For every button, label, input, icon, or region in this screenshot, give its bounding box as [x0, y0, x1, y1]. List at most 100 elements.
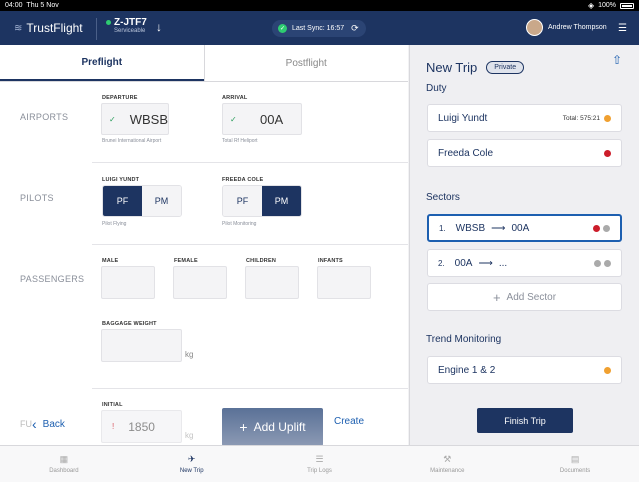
status-dot-grey — [603, 224, 610, 232]
pilot2-role-toggle[interactable]: PF PM — [222, 185, 302, 217]
status-dot-red — [593, 224, 600, 232]
bottom-nav: ▦ Dashboard ✈ New Trip ☰ Trip Logs ⚒ Mai… — [0, 445, 639, 482]
pilots-section-label: PILOTS — [20, 193, 54, 203]
private-badge[interactable]: Private — [486, 61, 525, 74]
pilot2-label: FREEDA COLE — [222, 177, 264, 183]
fuel-unit: kg — [185, 431, 194, 440]
nav-new-trip[interactable]: ✈ New Trip — [128, 446, 256, 482]
sector-to: 00A — [511, 222, 530, 234]
app-logo: ≋ TrustFlight — [14, 21, 83, 35]
departure-field[interactable]: ✓ WBSB — [101, 103, 169, 135]
pilot1-role-caption: Pilot Flying — [102, 221, 127, 227]
sector-item[interactable]: 2. 00A ⟶ ... — [427, 249, 622, 277]
arrival-field[interactable]: ✓ 00A — [222, 103, 302, 135]
baggage-weight-input[interactable] — [101, 329, 182, 362]
duty-item[interactable]: Luigi Yundt Total: 575:21 — [427, 104, 622, 132]
create-button[interactable]: Create — [334, 416, 364, 427]
pilot1-label: LUIGI YUNDT — [102, 177, 140, 183]
dashboard-icon: ▦ — [59, 454, 69, 464]
document-icon: ▤ — [570, 454, 580, 464]
status-dot-orange — [604, 114, 611, 122]
top-navbar: ≋ TrustFlight Z-JTF7 Serviceable ↓ ✓ Las… — [0, 11, 639, 45]
status-dot-red — [604, 149, 611, 157]
aircraft-selector[interactable]: Z-JTF7 Serviceable — [106, 17, 147, 34]
male-count-input[interactable] — [101, 266, 155, 299]
female-count-input[interactable] — [173, 266, 227, 299]
nav-maintenance[interactable]: ⚒ Maintenance — [383, 446, 511, 482]
male-label: MALE — [102, 258, 119, 264]
section-divider — [92, 162, 408, 163]
duty-section-label: Duty — [426, 83, 447, 94]
infants-count-input[interactable] — [317, 266, 371, 299]
pilot2-role-caption: Pilot Monitoring — [222, 221, 257, 227]
tab-preflight[interactable]: Preflight — [0, 45, 204, 81]
arrival-airport-name: Total Rf Heliport — [222, 138, 258, 144]
tab-bar: Preflight Postflight — [0, 45, 408, 82]
user-name: Andrew Thompson — [548, 24, 607, 31]
sync-status-pill[interactable]: ✓ Last Sync: 16:57 ⟳ — [272, 20, 366, 37]
chevron-left-icon: ‹ — [32, 416, 37, 432]
plus-icon: + — [492, 289, 501, 305]
trend-monitoring-item[interactable]: Engine 1 & 2 — [427, 356, 622, 384]
female-label: FEMALE — [174, 258, 198, 264]
pilot1-pf-option[interactable]: PF — [103, 186, 142, 216]
add-sector-label: Add Sector — [506, 291, 557, 303]
refresh-icon[interactable]: ⟳ — [351, 23, 359, 34]
fuel-initial-input[interactable]: ! 1850 — [101, 410, 182, 443]
children-count-input[interactable] — [245, 266, 299, 299]
baggage-weight-label: BAGGAGE WEIGHT — [102, 321, 157, 327]
trip-title: New Trip — [426, 60, 478, 75]
duty-item[interactable]: Freeda Cole — [427, 139, 622, 167]
hamburger-menu-icon[interactable]: ☰ — [618, 23, 627, 34]
nav-trip-logs[interactable]: ☰ Trip Logs — [256, 446, 384, 482]
nav-dashboard[interactable]: ▦ Dashboard — [0, 446, 128, 482]
wrench-icon: ⚒ — [443, 454, 452, 464]
share-icon[interactable]: ⇧ — [612, 53, 622, 67]
passengers-section-label: PASSENGERS — [20, 274, 85, 284]
pilot2-pm-option[interactable]: PM — [262, 186, 301, 216]
add-sector-button[interactable]: + Add Sector — [427, 283, 622, 311]
back-button[interactable]: ‹ Back — [32, 416, 65, 432]
long-arrow-right-icon: ⟶ — [478, 257, 493, 269]
aircraft-registration: Z-JTF7 — [114, 17, 147, 28]
pilot2-pf-option[interactable]: PF — [223, 186, 262, 216]
sector-item[interactable]: 1. WBSB ⟶ 00A — [427, 214, 622, 242]
trustflight-logo-icon: ≋ — [14, 22, 23, 34]
aircraft-status-dot — [106, 20, 111, 25]
layers-icon: ☰ — [315, 454, 324, 464]
duty-crew-name: Luigi Yundt — [438, 112, 488, 124]
pilot1-role-toggle[interactable]: PF PM — [102, 185, 182, 217]
long-arrow-right-icon: ⟶ — [491, 222, 506, 234]
status-dot-grey — [604, 259, 611, 267]
nav-divider — [96, 18, 97, 40]
nav-label: Maintenance — [430, 468, 465, 474]
status-dot-orange — [604, 366, 611, 374]
sector-route: WBSB ⟶ 00A — [456, 223, 593, 234]
sector-from: 00A — [454, 257, 473, 269]
duty-crew-name: Freeda Cole — [438, 147, 494, 159]
trend-item-label: Engine 1 & 2 — [438, 364, 496, 376]
check-circle-icon: ✓ — [278, 24, 287, 33]
nav-label: Documents — [559, 468, 591, 474]
trip-header: New Trip Private — [426, 60, 525, 75]
airplane-icon: ✈ — [187, 454, 196, 464]
add-uplift-button[interactable]: + Add Uplift — [222, 408, 323, 445]
battery-icon — [620, 2, 634, 9]
sector-number: 1. — [439, 223, 446, 233]
infants-label: INFANTS — [318, 258, 343, 264]
pilot1-pm-option[interactable]: PM — [142, 186, 181, 216]
warning-icon: ! — [112, 422, 115, 431]
finish-trip-button[interactable]: Finish Trip — [477, 408, 573, 433]
status-time: 04:00 — [5, 2, 23, 9]
battery-percent: 100% — [598, 2, 616, 9]
airports-section-label: AIRPORTS — [20, 112, 69, 122]
tab-postflight[interactable]: Postflight — [205, 45, 409, 81]
section-divider — [92, 244, 408, 245]
arrival-value: 00A — [260, 111, 284, 127]
nav-documents[interactable]: ▤ Documents — [511, 446, 639, 482]
user-profile[interactable]: Andrew Thompson — [526, 19, 607, 36]
arrow-down-icon[interactable]: ↓ — [156, 20, 162, 34]
status-date: Thu 5 Nov — [26, 2, 59, 9]
fuel-section-label: FU — [20, 419, 32, 429]
sectors-section-label: Sectors — [426, 192, 460, 203]
